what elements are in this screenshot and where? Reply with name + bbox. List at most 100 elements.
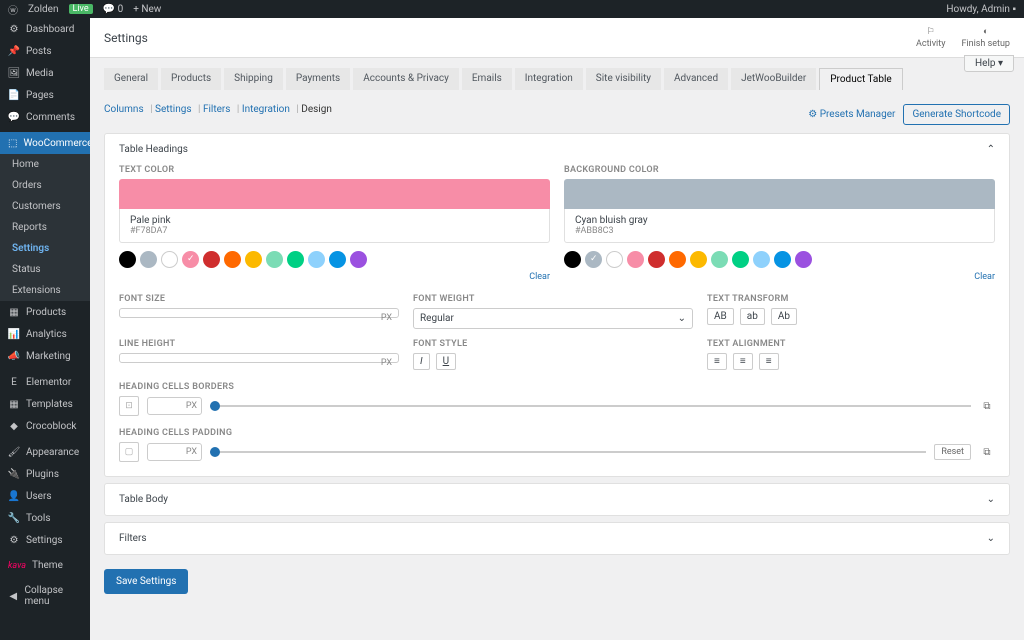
transform-ab[interactable]: Ab <box>771 308 797 325</box>
sidebar-sub-orders[interactable]: Orders <box>0 175 90 196</box>
font-size-input[interactable]: PX <box>119 308 399 318</box>
finish-setup-tool[interactable]: ◐Finish setup <box>961 26 1010 49</box>
color-swatch[interactable] <box>606 251 623 268</box>
text-color-clear[interactable]: Clear <box>119 272 550 282</box>
link-icon[interactable]: ⧉ <box>979 398 995 414</box>
align-left-button[interactable]: ≡ <box>707 353 727 370</box>
sidebar-item-elementor[interactable]: EElementor <box>0 371 90 393</box>
color-swatch[interactable] <box>350 251 367 268</box>
transform-ab[interactable]: AB <box>707 308 734 325</box>
table-body-header[interactable]: Table Body⌄ <box>105 484 1009 515</box>
border-slider[interactable] <box>210 405 971 407</box>
color-swatch[interactable] <box>795 251 812 268</box>
sidebar-item-tools[interactable]: 🔧Tools <box>0 507 90 529</box>
sidebar-item-templates[interactable]: ▦Templates <box>0 393 90 415</box>
tab-product-table[interactable]: Product Table <box>819 68 902 90</box>
collapse-menu[interactable]: ◀Collapse menu <box>0 580 90 612</box>
tab-emails[interactable]: Emails <box>462 68 512 90</box>
sidebar-sub-extensions[interactable]: Extensions <box>0 280 90 301</box>
text-color-preview[interactable] <box>119 179 550 209</box>
color-swatch[interactable] <box>564 251 581 268</box>
underline-button[interactable]: U <box>436 353 456 370</box>
sidebar-sub-status[interactable]: Status <box>0 259 90 280</box>
color-swatch[interactable] <box>690 251 707 268</box>
bg-color-clear[interactable]: Clear <box>564 272 995 282</box>
font-weight-select[interactable]: Regular⌄ <box>413 308 693 329</box>
color-swatch[interactable] <box>585 251 602 268</box>
wp-icon[interactable]: ⓦ <box>8 2 18 17</box>
save-button[interactable]: Save Settings <box>104 569 188 594</box>
color-swatch[interactable] <box>161 251 178 268</box>
filters-header[interactable]: Filters⌄ <box>105 523 1009 554</box>
tab-jetwoobuilder[interactable]: JetWooBuilder <box>731 68 816 90</box>
color-swatch[interactable] <box>140 251 157 268</box>
sidebar-sub-home[interactable]: Home <box>0 154 90 175</box>
italic-button[interactable]: I <box>413 353 430 370</box>
tab-site-visibility[interactable]: Site visibility <box>586 68 661 90</box>
color-swatch[interactable] <box>753 251 770 268</box>
sidebar-item-crocoblock[interactable]: ◆Crocoblock <box>0 415 90 437</box>
sidebar-item-woocommerce[interactable]: ⬚WooCommerce <box>0 132 90 154</box>
sidebar-item-media[interactable]: 🖼Media <box>0 62 90 84</box>
bg-color-preview[interactable] <box>564 179 995 209</box>
sidebar-item-posts[interactable]: 📌Posts <box>0 40 90 62</box>
sidebar-item-settings[interactable]: ⚙Settings <box>0 529 90 551</box>
howdy[interactable]: Howdy, Admin ▪ <box>946 4 1016 15</box>
color-swatch[interactable] <box>287 251 304 268</box>
color-swatch[interactable] <box>245 251 262 268</box>
line-height-input[interactable]: PX <box>119 353 399 363</box>
color-swatch[interactable] <box>329 251 346 268</box>
link-icon[interactable]: ⧉ <box>979 444 995 460</box>
tab-general[interactable]: General <box>104 68 158 90</box>
table-headings-header[interactable]: Table Headings⌃ <box>105 134 1009 165</box>
sidebar-item-plugins[interactable]: 🔌Plugins <box>0 463 90 485</box>
reset-button[interactable]: Reset <box>934 444 971 460</box>
new-link[interactable]: + New <box>133 4 161 15</box>
color-swatch[interactable] <box>182 251 199 268</box>
subtab-columns[interactable]: Columns <box>104 104 144 115</box>
color-swatch[interactable] <box>711 251 728 268</box>
subtab-filters[interactable]: Filters <box>203 104 231 115</box>
color-swatch[interactable] <box>669 251 686 268</box>
sidebar-item-analytics[interactable]: 📊Analytics <box>0 323 90 345</box>
tab-advanced[interactable]: Advanced <box>664 68 728 90</box>
align-right-button[interactable]: ≡ <box>759 353 779 370</box>
sidebar-item-products[interactable]: ▦Products <box>0 301 90 323</box>
sidebar-item-comments[interactable]: 💬Comments <box>0 106 90 128</box>
color-swatch[interactable] <box>203 251 220 268</box>
generate-shortcode-button[interactable]: Generate Shortcode <box>903 104 1010 125</box>
color-swatch[interactable] <box>732 251 749 268</box>
padding-side-button[interactable]: ▢ <box>119 442 139 462</box>
sidebar-item-pages[interactable]: 📄Pages <box>0 84 90 106</box>
sidebar-item-appearance[interactable]: 🖌Appearance <box>0 441 90 463</box>
color-swatch[interactable] <box>627 251 644 268</box>
color-swatch[interactable] <box>308 251 325 268</box>
tab-shipping[interactable]: Shipping <box>224 68 283 90</box>
presets-manager-link[interactable]: ⚙ Presets Manager <box>808 109 895 120</box>
subtab-settings[interactable]: Settings <box>155 104 192 115</box>
sidebar-item-marketing[interactable]: 📣Marketing <box>0 345 90 367</box>
padding-slider[interactable] <box>210 451 926 453</box>
sidebar-sub-settings[interactable]: Settings <box>0 238 90 259</box>
tab-payments[interactable]: Payments <box>286 68 350 90</box>
tab-products[interactable]: Products <box>161 68 221 90</box>
transform-ab[interactable]: ab <box>740 308 765 325</box>
border-style-button[interactable]: ⊡ <box>119 396 139 416</box>
comments-count[interactable]: 💬 0 <box>103 4 124 15</box>
sidebar-item-theme[interactable]: kava Theme <box>0 555 90 576</box>
tab-integration[interactable]: Integration <box>515 68 583 90</box>
activity-tool[interactable]: ⚐Activity <box>916 27 945 49</box>
sidebar-item-dashboard[interactable]: ⚙Dashboard <box>0 18 90 40</box>
padding-input[interactable]: PX <box>147 443 202 461</box>
align-center-button[interactable]: ≡ <box>733 353 753 370</box>
color-swatch[interactable] <box>774 251 791 268</box>
subtab-integration[interactable]: Integration <box>242 104 290 115</box>
sidebar-item-users[interactable]: 👤Users <box>0 485 90 507</box>
border-width-input[interactable]: PX <box>147 397 202 415</box>
site-name[interactable]: Zolden <box>28 4 59 15</box>
help-button[interactable]: Help ▾ <box>964 55 1014 72</box>
sidebar-sub-reports[interactable]: Reports <box>0 217 90 238</box>
color-swatch[interactable] <box>266 251 283 268</box>
color-swatch[interactable] <box>648 251 665 268</box>
subtab-design[interactable]: Design <box>301 104 332 115</box>
